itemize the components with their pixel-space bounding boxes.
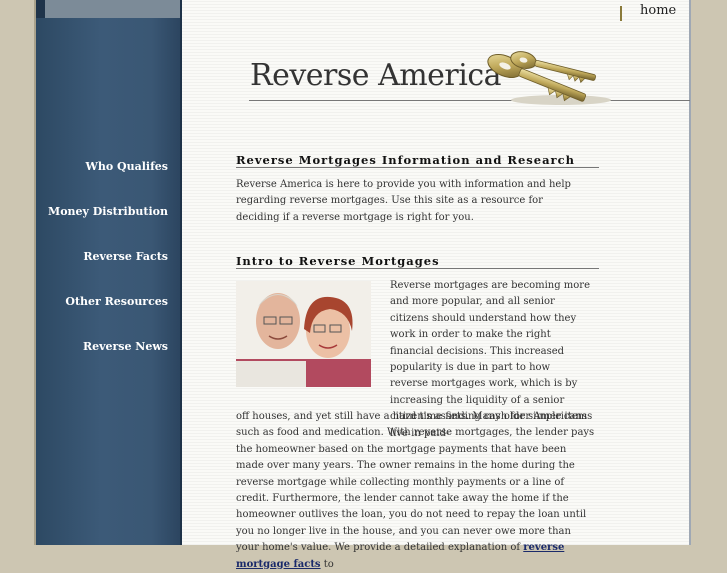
intro-heading-rule (236, 268, 599, 269)
sidebar-topbar-mark (36, 0, 45, 18)
info-heading-rule (236, 167, 599, 168)
sidebar: Who Qualifes Money Distribution Reverse … (36, 0, 180, 545)
sidebar-topbar (36, 0, 180, 18)
title-rule (249, 100, 690, 101)
home-link[interactable]: home (640, 3, 676, 18)
content-right-edge (689, 0, 691, 545)
home-separator (620, 6, 622, 21)
intro-heading: Intro to Reverse Mortgages (236, 254, 440, 268)
intro-paragraph-bottom-text: off houses, and yet still have a hard ti… (236, 411, 595, 554)
keys-image (483, 48, 613, 114)
intro-paragraph-bottom: off houses, and yet still have a hard ti… (236, 409, 596, 573)
sidebar-item-who-qualifies[interactable]: Who Qualifes (48, 160, 168, 173)
sidebar-item-other-resources[interactable]: Other Resources (48, 295, 168, 308)
sidebar-nav: Who Qualifes Money Distribution Reverse … (48, 160, 168, 385)
sidebar-item-money-distribution[interactable]: Money Distribution (48, 205, 168, 218)
site-title: Reverse America (250, 58, 502, 93)
senior-couple-photo (236, 281, 371, 387)
info-paragraph: Reverse America is here to provide you w… (236, 179, 571, 223)
info-heading: Reverse Mortgages Information and Resear… (236, 153, 575, 167)
sidebar-item-reverse-facts[interactable]: Reverse Facts (48, 250, 168, 263)
sidebar-item-reverse-news[interactable]: Reverse News (48, 340, 168, 353)
intro-paragraph-after-link: to (323, 558, 334, 570)
